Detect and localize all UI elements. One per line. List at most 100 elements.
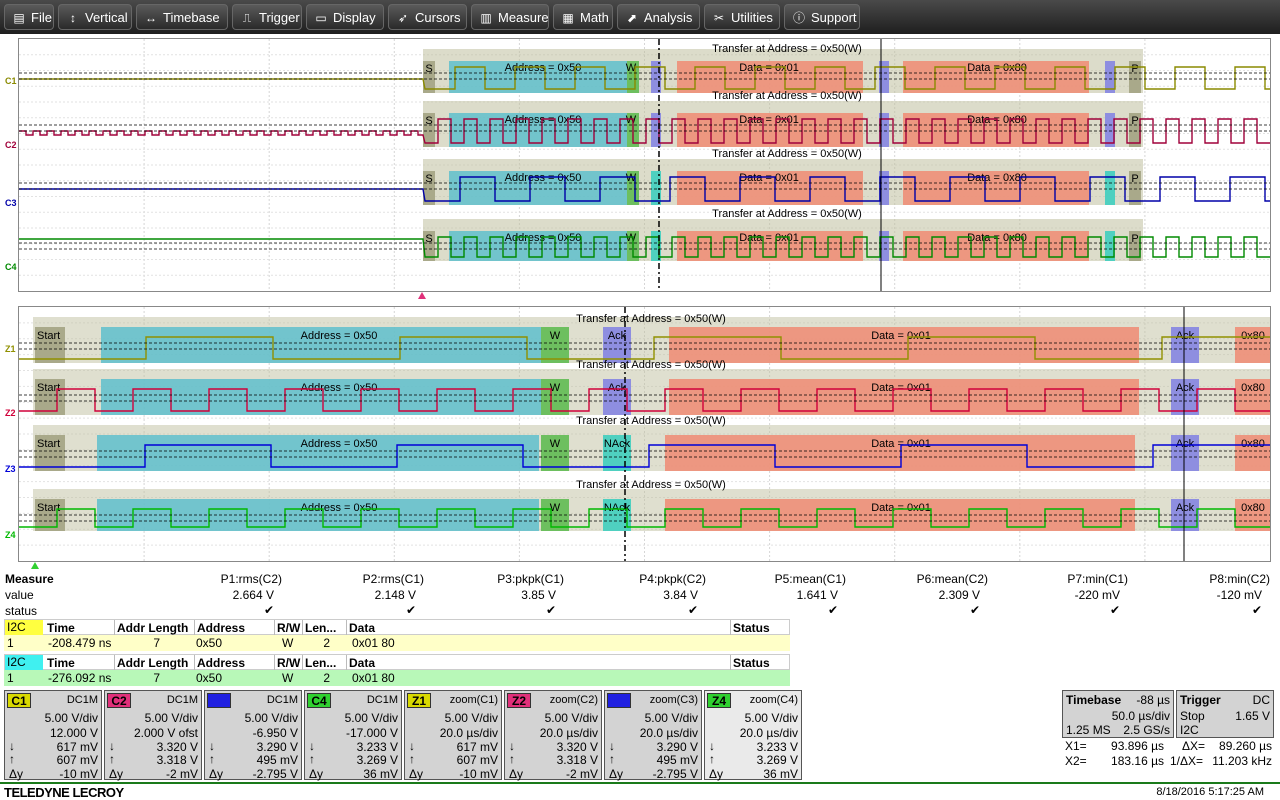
timebase-box[interactable]: Timebase -88 µs 50.0 µs/div 1.25 MS 2.5 … (1062, 690, 1174, 738)
tile-cursor-v2: 607 mV (56, 753, 98, 767)
channel-tile-c3[interactable]: C3 DC1M 5.00 V/div -6.950 V 3.290 V 495 mV -2.… (204, 690, 302, 781)
measure-table: Measure value status P1:rms(C2) 2.664 V ✔ P… (0, 572, 1280, 618)
tile-tag: C3 (207, 693, 231, 708)
menu-file-button[interactable]: ▤ File (4, 4, 54, 30)
measure-param-value: 3.84 V (663, 588, 698, 602)
column-divider (194, 620, 195, 635)
decode-cell: -276.092 ns (48, 671, 112, 685)
measure-param-name[interactable]: P3:pkpk(C1) (497, 572, 564, 586)
channel-tile-c1[interactable]: C1 DC1M 5.00 V/div 12.000 V 617 mV 607 mV -10 … (4, 690, 102, 781)
decode-transfer-label: Transfer at Address = 0x50(W) (712, 148, 862, 160)
decode-address-label: Address = 0x50 (505, 172, 582, 184)
measure-param-name[interactable]: P2:rms(C1) (363, 572, 424, 586)
measure-param-name[interactable]: P7:min(C1) (1067, 572, 1128, 586)
decode-table-row[interactable]: 1 -276.092 ns 7 0x50 W 2 0x01 80 (4, 670, 790, 686)
channel-tile-c4[interactable]: C4 DC1M 5.00 V/div -17.000 V 3.233 V 3.269 V3… (304, 690, 402, 781)
channel-label-z1: Z1 (5, 344, 16, 354)
tile-tag: C2 (107, 693, 131, 708)
measure-param-name[interactable]: P5:mean(C1) (775, 572, 846, 586)
channel-tile-z4[interactable]: Z4 zoom(C4) 5.00 V/div 20.0 µs/div 3.233 V 3.… (704, 690, 802, 781)
tile-cursor-v1: 3.320 V (556, 740, 598, 754)
tile-cursor-v1: 617 mV (456, 740, 498, 754)
status-check-icon: ✔ (405, 603, 416, 617)
tile-vdiv: 5.00 V/div (644, 711, 698, 725)
menu-math-button[interactable]: ▦ Math (553, 4, 613, 30)
decode-cell: 1 (7, 671, 14, 685)
measure-param-value: 1.641 V (796, 588, 838, 602)
tile-delta-y: 36 mV (363, 767, 398, 781)
menu-support-button[interactable]: ⓘ Support (784, 4, 860, 30)
decode-col-header: Status (733, 621, 770, 635)
decode-tag: I2C (5, 655, 43, 670)
menu-analysis-button[interactable]: ⬈ Analysis (617, 4, 700, 30)
menu-utilities-button[interactable]: ✂ Utilities (704, 4, 780, 30)
decode-data2-label: Data = 0x80 (967, 62, 1027, 74)
measure-param-name[interactable]: P6:mean(C2) (917, 572, 988, 586)
zoom-address-label: Address = 0x50 (301, 382, 378, 394)
channel-tile-z1[interactable]: Z1 zoom(C1) 5.00 V/div 20.0 µs/div 617 mV 607… (404, 690, 502, 781)
menu-timebase-button[interactable]: ↔ Timebase (136, 4, 228, 30)
zoom-ack-label: Ack (608, 382, 627, 394)
tile-cursor-v1: 3.233 V (356, 740, 398, 754)
measure-param-name[interactable]: P1:rms(C2) (221, 572, 282, 586)
decode-cell: 7 (153, 671, 160, 685)
channel-tile-c2[interactable]: C2 DC1M 5.00 V/div 2.000 V ofst 3.320 V 3.318… (104, 690, 202, 781)
decode-table[interactable]: I2C Time Addr Length Address R/W Len... Data St… (4, 654, 790, 686)
measure-param-value: -120 mV (1216, 588, 1262, 602)
menu-display-button[interactable]: ▭ Display (306, 4, 384, 30)
cursors-icon: ➶ (397, 11, 409, 25)
tile-tag: Z1 (407, 693, 431, 708)
timebase-label: Timebase (1066, 693, 1122, 707)
tile-coupling: zoom(C2) (549, 694, 598, 706)
vertical-icon: ↕ (70, 11, 76, 25)
decode-table[interactable]: I2C Time Addr Length Address R/W Len... Data St… (4, 619, 790, 651)
trigger-box[interactable]: Trigger DC Stop 1.65 V I2C (1176, 690, 1274, 738)
tile-delta-label: Δy (509, 767, 524, 781)
timebase-tdiv: 50.0 µs/div (1111, 709, 1170, 723)
zoom-waveform-grid[interactable]: Transfer at Address = 0x50(W) Start Addres… (18, 306, 1271, 562)
zoom-transfer-label: Transfer at Address = 0x50(W) (576, 313, 726, 325)
tile-tag: Z3 (607, 693, 631, 708)
zoom-address-label: Address = 0x50 (301, 502, 378, 514)
zoom-ack-label: NAck (604, 438, 631, 450)
menu-label: File (31, 10, 52, 25)
cursor-down-icon: ↓ (509, 739, 515, 753)
column-divider (302, 620, 303, 635)
measure-param-name[interactable]: P8:min(C2) (1209, 572, 1270, 586)
decode-data1-label: Data = 0x01 (739, 114, 799, 126)
menu-vertical-button[interactable]: ↕ Vertical (58, 4, 132, 30)
tile-cursor-v2: 607 mV (456, 753, 498, 767)
cursor-up-icon: ↑ (609, 752, 615, 766)
decode-table-header: I2C Time Addr Length Address R/W Len... Data St… (4, 654, 790, 670)
decode-table-row[interactable]: 1 -208.479 ns 7 0x50 W 2 0x01 80 (4, 635, 790, 651)
channel-tile-z3[interactable]: Z3 zoom(C3) 5.00 V/div 20.0 µs/div 3.290 V 49… (604, 690, 702, 781)
column-divider (730, 620, 731, 635)
zoom-transfer-label: Transfer at Address = 0x50(W) (576, 415, 726, 427)
measure-param-name[interactable]: P4:pkpk(C2) (639, 572, 706, 586)
decode-cell: -208.479 ns (48, 636, 112, 650)
measure-title: Measure (5, 572, 54, 586)
zoom-start-label: Start (37, 330, 60, 342)
tile-offset: 20.0 µs/div (639, 726, 698, 740)
column-divider (346, 620, 347, 635)
tile-vdiv: 5.00 V/div (44, 711, 98, 725)
channel-tile-z2[interactable]: Z2 zoom(C2) 5.00 V/div 20.0 µs/div 3.320 V 3.… (504, 690, 602, 781)
tile-offset: -6.950 V (252, 726, 298, 740)
tile-delta-y: -2.795 V (652, 767, 698, 781)
cursor-readout: X1= 93.896 µs ΔX= 89.260 µs X2= 183.16 µ… (1062, 738, 1280, 772)
tile-cursor-v1: 3.233 V (756, 740, 798, 754)
measure-param-value: -220 mV (1074, 588, 1120, 602)
menu-cursors-button[interactable]: ➶ Cursors (388, 4, 467, 30)
tile-cursor-v2: 3.269 V (356, 753, 398, 767)
decode-col-header: Len... (305, 621, 337, 635)
tile-delta-label: Δy (209, 767, 224, 781)
menu-measure-button[interactable]: ▥ Measure (471, 4, 549, 30)
zoom-data2-label: 0x80 (1241, 382, 1265, 394)
channel-label-c1: C1 (5, 76, 17, 86)
decode-data1-label: Data = 0x01 (739, 232, 799, 244)
column-divider (730, 655, 731, 670)
cursor-down-icon: ↓ (109, 739, 115, 753)
channel-label-z4: Z4 (5, 530, 16, 540)
menu-trigger-button[interactable]: ⎍ Trigger (232, 4, 302, 30)
main-waveform-grid[interactable]: Transfer at Address = 0x50(W) S Address = … (18, 38, 1271, 292)
